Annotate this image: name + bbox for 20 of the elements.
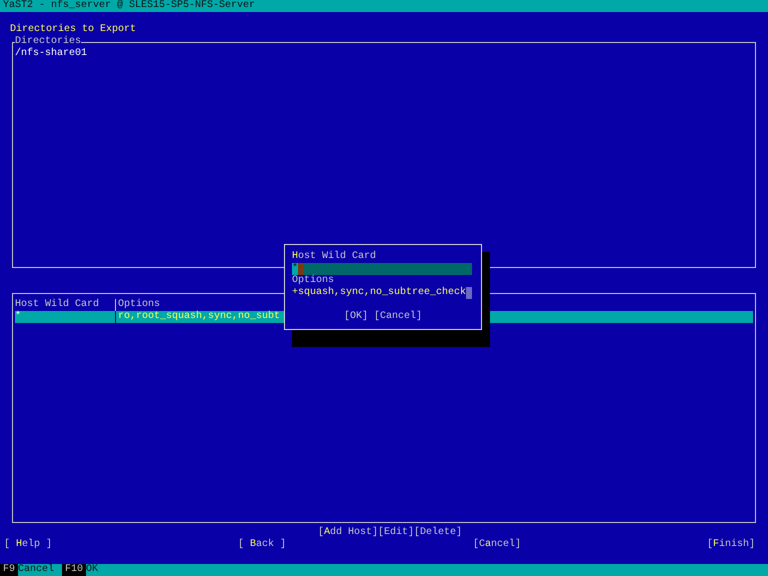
directory-item[interactable]: /nfs-share01 (15, 48, 88, 60)
nav-button[interactable]: [Cancel] (473, 539, 522, 551)
window-title: YaST2 - nfs_server @ SLES15-SP5-NFS-Server (3, 0, 256, 11)
function-key-button[interactable]: F9 Cancel (0, 564, 62, 576)
table-action-button[interactable]: [Edit] (378, 527, 414, 539)
nav-button[interactable]: [ Help ] (4, 539, 52, 551)
input-field[interactable]: * (292, 263, 472, 275)
dialog-button[interactable]: [Cancel] (374, 311, 422, 323)
nav-button[interactable]: [Finish] (706, 539, 755, 551)
table-action-button[interactable]: [Add Host] (318, 527, 378, 539)
table-cell-text: * (15, 311, 22, 323)
field-label: Options (292, 275, 334, 286)
frame-label: Directories (15, 36, 82, 48)
input-field[interactable]: +squash,sync,no_subtree_check (292, 287, 472, 299)
column-header: Host Wild Card (15, 299, 100, 310)
field-label: Host Wild Card (292, 251, 376, 262)
page-heading: Directories to Export (10, 24, 136, 36)
dialog-button[interactable]: [OK] (344, 311, 368, 323)
table-action-button[interactable]: [Delete] (414, 527, 462, 539)
nav-button[interactable]: [ Back ] (238, 539, 286, 551)
